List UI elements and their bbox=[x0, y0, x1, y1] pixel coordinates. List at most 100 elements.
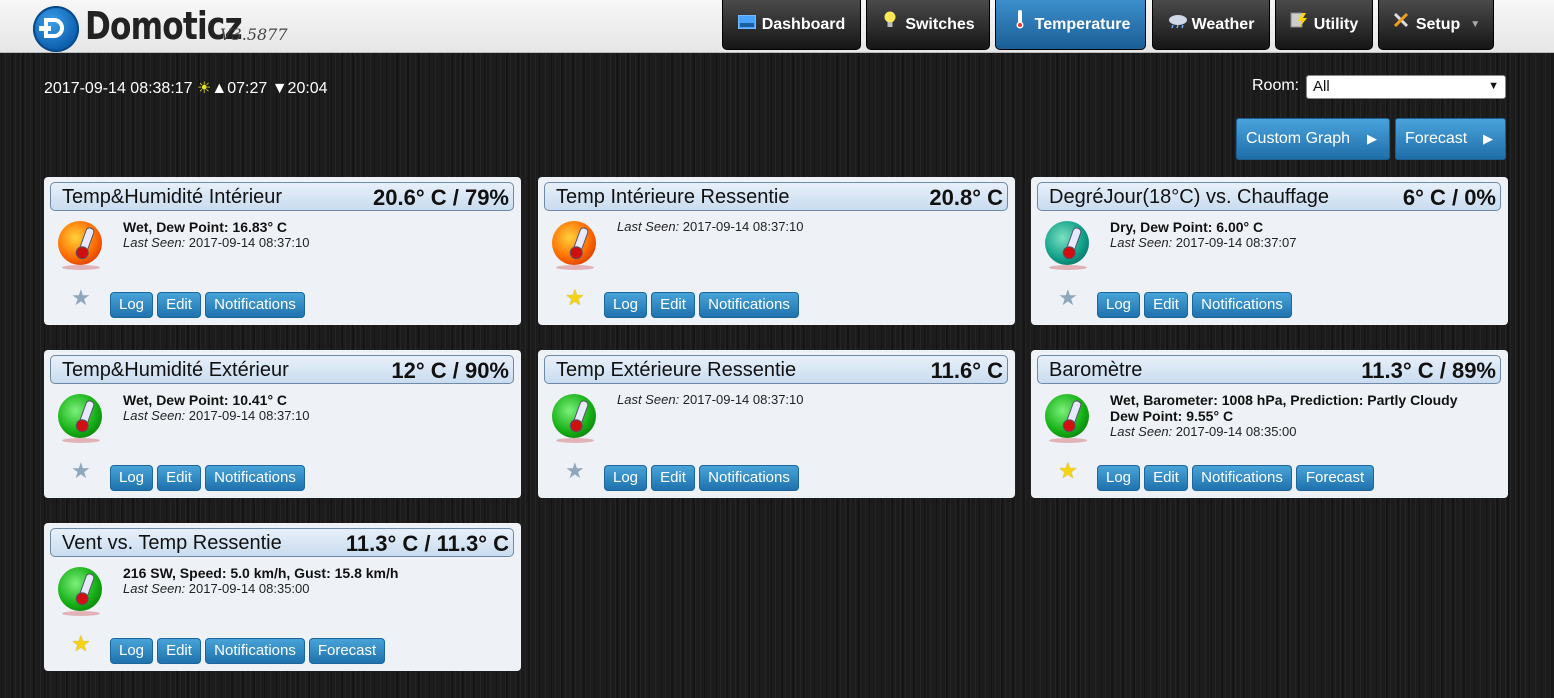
card-header: Temp&Humidité Extérieur 12° C / 90% bbox=[50, 355, 514, 384]
log-button[interactable]: Log bbox=[1097, 292, 1140, 318]
last-seen-label: Last Seen: bbox=[123, 581, 186, 596]
notifications-button[interactable]: Notifications bbox=[1192, 292, 1292, 318]
custom-graph-label: Custom Graph bbox=[1246, 130, 1351, 147]
edit-button[interactable]: Edit bbox=[651, 292, 695, 318]
notifications-button[interactable]: Notifications bbox=[205, 638, 305, 664]
edit-button[interactable]: Edit bbox=[157, 465, 201, 491]
cloud-icon bbox=[1168, 0, 1187, 51]
temperature-icon[interactable] bbox=[552, 394, 596, 438]
domoticz-logo-icon[interactable] bbox=[33, 6, 79, 52]
tab-switches[interactable]: Switches bbox=[866, 0, 990, 50]
log-button[interactable]: Log bbox=[110, 465, 153, 491]
device-card: Baromètre 11.3° C / 89% Wet, Barometer: … bbox=[1031, 350, 1508, 498]
play-arrow-icon: ▶ bbox=[1483, 131, 1493, 146]
tab-weather[interactable]: Weather bbox=[1152, 0, 1270, 50]
favorite-star-icon[interactable]: ★ bbox=[565, 458, 585, 484]
card-header: Baromètre 11.3° C / 89% bbox=[1037, 355, 1501, 384]
device-info: 216 SW, Speed: 5.0 km/h, Gust: 15.8 km/h… bbox=[123, 565, 398, 597]
temperature-icon[interactable] bbox=[58, 567, 102, 611]
device-info: Last Seen: 2017-09-14 08:37:10 bbox=[617, 219, 804, 235]
device-card: Temp&Humidité Intérieur 20.6° C / 79% We… bbox=[44, 177, 521, 325]
card-header: DegréJour(18°C) vs. Chauffage 6° C / 0% bbox=[1037, 182, 1501, 211]
notifications-button[interactable]: Notifications bbox=[699, 292, 799, 318]
device-name: Temp&Humidité Intérieur bbox=[62, 186, 283, 208]
log-button[interactable]: Log bbox=[604, 465, 647, 491]
log-button[interactable]: Log bbox=[110, 292, 153, 318]
favorite-star-icon[interactable]: ★ bbox=[1058, 285, 1078, 311]
device-value: 20.8° C bbox=[929, 185, 1003, 210]
tab-setup[interactable]: Setup ▼ bbox=[1378, 0, 1494, 50]
favorite-star-icon[interactable]: ★ bbox=[1058, 458, 1078, 484]
log-button[interactable]: Log bbox=[1097, 465, 1140, 491]
app-version: V3.5877 bbox=[220, 25, 288, 44]
device-name: DegréJour(18°C) vs. Chauffage bbox=[1049, 186, 1329, 208]
utility-icon bbox=[1290, 0, 1308, 51]
device-card: Vent vs. Temp Ressentie 11.3° C / 11.3° … bbox=[44, 523, 521, 671]
edit-button[interactable]: Edit bbox=[651, 465, 695, 491]
tab-switches-label: Switches bbox=[905, 15, 975, 33]
sunset-time: ▼20:04 bbox=[271, 80, 328, 97]
tab-dashboard-label: Dashboard bbox=[761, 15, 846, 33]
device-value: 12° C / 90% bbox=[391, 358, 509, 383]
tab-setup-label: Setup bbox=[1415, 15, 1461, 33]
device-status: Wet, Dew Point: 10.41° C bbox=[123, 392, 288, 408]
tab-temperature-label: Temperature bbox=[1034, 15, 1131, 33]
device-status: Wet, Barometer: 1008 hPa, Prediction: Pa… bbox=[1110, 392, 1458, 408]
forecast-card-button[interactable]: Forecast bbox=[309, 638, 385, 664]
device-name: Vent vs. Temp Ressentie bbox=[62, 532, 282, 554]
custom-graph-button[interactable]: Custom Graph ▶ bbox=[1236, 118, 1390, 160]
last-seen-label: Last Seen: bbox=[617, 392, 680, 407]
edit-button[interactable]: Edit bbox=[1144, 465, 1188, 491]
last-seen-value: 2017-09-14 08:37:10 bbox=[682, 219, 804, 234]
last-seen-label: Last Seen: bbox=[1110, 424, 1173, 439]
last-seen-value: 2017-09-14 08:37:10 bbox=[188, 408, 310, 423]
tab-temperature[interactable]: Temperature bbox=[995, 0, 1146, 50]
device-value: 20.6° C / 79% bbox=[373, 185, 509, 210]
last-seen-label: Last Seen: bbox=[123, 408, 186, 423]
device-name: Temp&Humidité Extérieur bbox=[62, 359, 289, 381]
app-name: Domoticz bbox=[85, 4, 243, 48]
log-button[interactable]: Log bbox=[110, 638, 153, 664]
notifications-button[interactable]: Notifications bbox=[205, 292, 305, 318]
sun-icon: ☀ bbox=[197, 80, 212, 97]
notifications-button[interactable]: Notifications bbox=[1192, 465, 1292, 491]
favorite-star-icon[interactable]: ★ bbox=[71, 285, 91, 311]
tools-icon bbox=[1392, 0, 1410, 51]
last-seen-value: 2017-09-14 08:35:00 bbox=[188, 581, 310, 596]
notifications-button[interactable]: Notifications bbox=[699, 465, 799, 491]
temperature-icon[interactable] bbox=[1045, 394, 1089, 438]
room-select[interactable]: All ▼ bbox=[1306, 75, 1506, 99]
card-header: Vent vs. Temp Ressentie 11.3° C / 11.3° … bbox=[50, 528, 514, 557]
tab-utility[interactable]: Utility bbox=[1275, 0, 1373, 50]
forecast-card-button[interactable]: Forecast bbox=[1296, 465, 1374, 491]
device-dewpoint: Dew Point: 9.55° C bbox=[1110, 408, 1234, 424]
notifications-button[interactable]: Notifications bbox=[205, 465, 305, 491]
forecast-button[interactable]: Forecast ▶ bbox=[1395, 118, 1506, 160]
favorite-star-icon[interactable]: ★ bbox=[71, 631, 91, 657]
favorite-star-icon[interactable]: ★ bbox=[71, 458, 91, 484]
sunrise-time: ▲07:27 bbox=[211, 80, 268, 97]
tab-dashboard[interactable]: Dashboard bbox=[722, 0, 861, 50]
device-status: 216 SW, Speed: 5.0 km/h, Gust: 15.8 km/h bbox=[123, 565, 399, 581]
device-value: 11.3° C / 89% bbox=[1361, 358, 1496, 383]
edit-button[interactable]: Edit bbox=[157, 638, 201, 664]
device-status: Dry, Dew Point: 6.00° C bbox=[1110, 219, 1264, 235]
temperature-icon[interactable] bbox=[1045, 221, 1089, 265]
device-status: Wet, Dew Point: 16.83° C bbox=[123, 219, 288, 235]
last-seen-value: 2017-09-14 08:35:00 bbox=[1175, 424, 1297, 439]
device-info: Dry, Dew Point: 6.00° C Last Seen: 2017-… bbox=[1110, 219, 1297, 251]
log-button[interactable]: Log bbox=[604, 292, 647, 318]
edit-button[interactable]: Edit bbox=[1144, 292, 1188, 318]
room-label: Room: bbox=[1252, 77, 1300, 94]
temperature-icon[interactable] bbox=[58, 221, 102, 265]
temperature-icon[interactable] bbox=[58, 394, 102, 438]
last-seen-value: 2017-09-14 08:37:10 bbox=[188, 235, 310, 250]
favorite-star-icon[interactable]: ★ bbox=[565, 285, 585, 311]
card-header: Temp Intérieure Ressentie 20.8° C bbox=[544, 182, 1008, 211]
chevron-down-icon: ▼ bbox=[1470, 18, 1481, 30]
temperature-icon[interactable] bbox=[552, 221, 596, 265]
bulb-icon bbox=[881, 0, 899, 51]
clock-bar: 2017-09-14 08:38:17 ☀▲07:27 ▼20:04 bbox=[44, 78, 328, 98]
tab-utility-label: Utility bbox=[1313, 15, 1359, 33]
edit-button[interactable]: Edit bbox=[157, 292, 201, 318]
